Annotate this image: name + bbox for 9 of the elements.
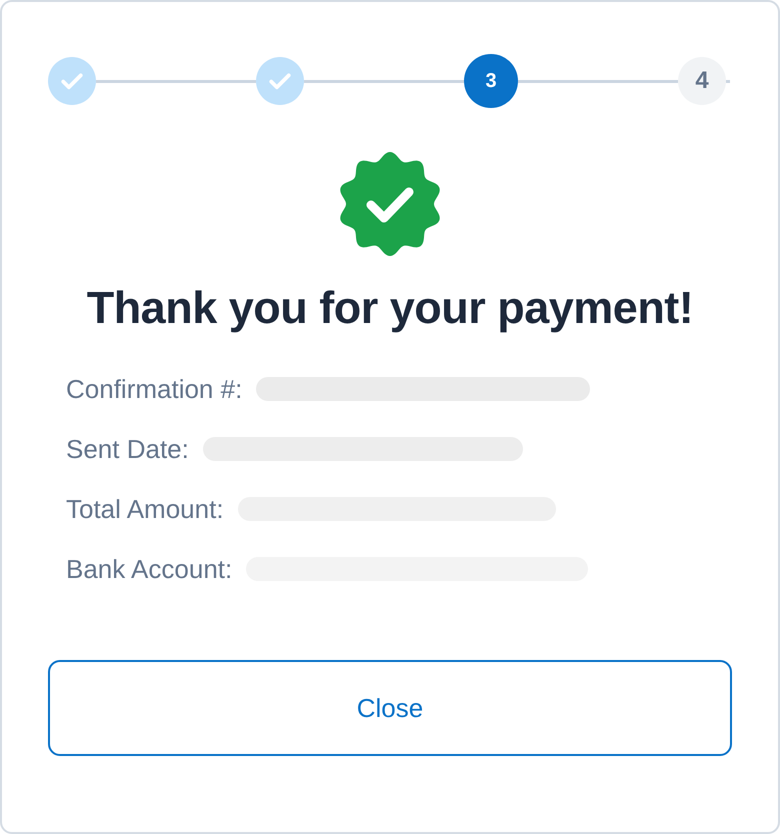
heading: Thank you for your payment!: [86, 282, 694, 334]
success-badge-icon: [338, 152, 442, 256]
close-button[interactable]: Close: [48, 660, 732, 756]
detail-label: Confirmation #:: [66, 374, 242, 404]
step-number: 3: [464, 54, 518, 108]
detail-label: Sent Date:: [66, 434, 189, 464]
step-number: 4: [678, 57, 726, 105]
detail-label: Bank Account:: [66, 554, 232, 584]
detail-label: Total Amount:: [66, 494, 224, 524]
